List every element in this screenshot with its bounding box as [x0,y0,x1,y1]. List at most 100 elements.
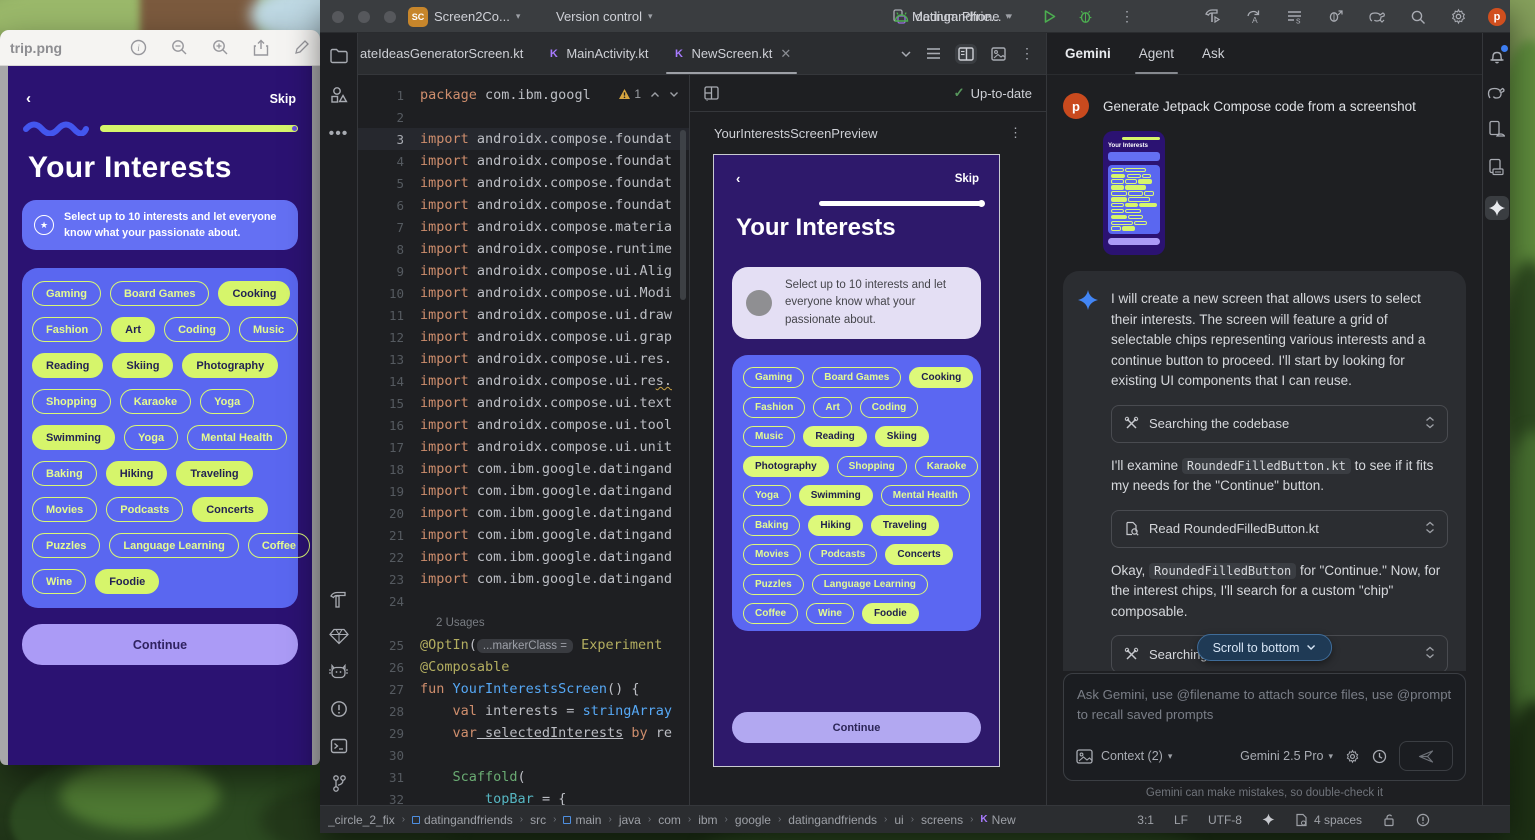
running-devices-icon[interactable] [1488,120,1505,138]
squiggle-decoration [22,120,90,136]
star-icon: ★ [34,215,54,235]
breadcrumb-item-java[interactable]: java [619,813,641,827]
warning-indicator[interactable]: 1 [618,87,641,101]
run-with-coverage-icon[interactable]: s [1286,8,1303,25]
breadcrumb-separator: › [520,814,523,825]
inspection-widget[interactable]: 1 [618,87,679,101]
terminal-icon[interactable] [330,737,348,755]
resource-manager-icon[interactable] [329,85,349,105]
attached-screenshot-thumbnail[interactable]: Your Interests [1103,131,1165,255]
breadcrumb-item-datingandfriends[interactable]: datingandfriends [412,813,513,827]
chip-row: SwimmingYogaMental Health [32,425,288,450]
gemini-tool-icon[interactable] [1485,196,1509,220]
project-tool-icon[interactable] [329,47,349,65]
code-editor[interactable]: 1package com.ibm.googl23import androidx.… [358,75,690,805]
line-ending[interactable]: LF [1174,813,1188,827]
zoom-window-icon[interactable] [384,11,396,23]
editor-scrollbar[interactable] [680,130,686,300]
breadcrumb-item-new[interactable]: KNew [980,813,1015,827]
svg-text:s: s [1296,16,1301,26]
settings-gear-icon[interactable] [1450,8,1467,25]
tab-agent[interactable]: Agent [1139,33,1174,74]
zoom-in-icon[interactable] [212,39,229,56]
breadcrumb-item-google[interactable]: google [735,813,771,827]
interest-chip-gaming: Gaming [32,281,101,306]
close-window-icon[interactable] [332,11,344,23]
hidden-tabs-chevron-icon[interactable] [900,50,912,58]
gradle-elephant-icon[interactable] [1487,85,1507,100]
tab-mainactivity[interactable]: K MainActivity.kt [535,33,660,74]
logcat-icon[interactable] [328,664,349,681]
apply-changes-icon[interactable]: A [1245,8,1262,25]
tab-options-kebab-icon[interactable]: ⋮ [1020,45,1034,62]
gemini-prompt-input[interactable]: Ask Gemini, use @filename to attach sour… [1063,673,1466,781]
tab-dateideasgeneratorscreen[interactable]: ateIdeasGeneratorScreen.kt [358,33,535,74]
gemini-status-sparkle-icon[interactable] [1262,813,1275,826]
preview-layout-icon[interactable] [704,86,720,101]
breadcrumb-item-main[interactable]: main [563,813,601,827]
breadcrumb-item-datingandfriends[interactable]: datingandfriends [788,813,877,827]
account-avatar[interactable]: p [1488,0,1506,33]
device-manager-icon[interactable] [1488,158,1505,176]
markup-icon[interactable] [293,39,310,56]
more-tool-windows-icon[interactable]: ••• [329,125,349,143]
breadcrumb-item-src[interactable]: src [530,813,546,827]
breadcrumb-item-screens[interactable]: screens [921,813,963,827]
run-config-selector[interactable]: datingandfrie... ▾ [752,0,1012,33]
build-tool-icon[interactable] [329,591,348,609]
history-clock-icon[interactable] [1372,749,1387,764]
expand-collapse-chevrons-icon[interactable] [1425,646,1435,662]
caret-position[interactable]: 3:1 [1137,813,1154,827]
search-everywhere-icon[interactable] [1410,9,1426,25]
prev-problem-chevron-icon[interactable] [650,91,660,98]
expand-collapse-chevrons-icon[interactable] [1425,416,1435,432]
debug-button[interactable] [1078,0,1093,33]
design-view-icon[interactable] [991,47,1006,61]
interest-chip-coffee: Coffee [743,603,798,624]
file-encoding[interactable]: UTF-8 [1208,813,1242,827]
model-dropdown[interactable]: Gemini 2.5 Pro ▾ [1240,749,1333,763]
indent-setting[interactable]: 4 spaces [1295,813,1362,827]
usages-inlay-hint[interactable]: 2 Usages [358,612,689,634]
notifications-bell-icon[interactable] [1488,47,1506,65]
breadcrumb-item-_circle_2_fix[interactable]: _circle_2_fix [328,813,395,827]
breadcrumb-item-com[interactable]: com [658,813,681,827]
attach-image-icon[interactable] [1076,749,1093,764]
gradle-sync-icon[interactable] [1368,9,1386,25]
preview-options-kebab-icon[interactable]: ⋮ [1009,125,1022,141]
tab-newscreen[interactable]: K NewScreen.kt ✕ [660,33,803,74]
next-problem-chevron-icon[interactable] [669,91,679,98]
zoom-out-icon[interactable] [171,39,188,56]
interest-chip-yoga: Yoga [743,485,791,506]
info-icon[interactable]: i [130,39,147,56]
app-quality-insights-icon[interactable] [329,628,349,645]
tool-call-card[interactable]: Searching the codebase [1111,405,1448,443]
send-button[interactable] [1399,741,1453,771]
error-indicator-icon[interactable] [1416,813,1430,827]
chip-row: PuzzlesLanguage Learning [743,574,970,595]
minimize-window-icon[interactable] [358,11,370,23]
expand-collapse-chevrons-icon[interactable] [1425,521,1435,537]
project-widget[interactable]: SC Screen2Co... ▾ [408,0,520,33]
share-icon[interactable] [253,39,269,57]
interest-chip-photography: Photography [743,456,829,477]
interest-chip-wine: Wine [32,569,86,594]
run-button[interactable] [1042,0,1057,33]
gemini-settings-gear-icon[interactable] [1345,749,1360,764]
breadcrumb-item-ibm[interactable]: ibm [698,813,717,827]
problems-icon[interactable] [330,700,348,718]
tab-ask[interactable]: Ask [1202,33,1225,74]
git-branch-icon[interactable] [331,774,347,793]
attach-debugger-icon[interactable] [1327,8,1344,25]
context-dropdown[interactable]: Context (2) ▾ [1101,749,1172,763]
split-view-icon[interactable] [955,44,977,64]
build-icon[interactable] [1204,8,1221,25]
tool-call-card[interactable]: Read RoundedFilledButton.kt [1111,510,1448,548]
lock-open-icon[interactable] [1382,813,1396,827]
more-run-options-icon[interactable]: ⋮ [1120,0,1134,33]
code-view-icon[interactable] [926,47,941,60]
breadcrumb-item-ui[interactable]: ui [894,813,903,827]
close-tab-icon[interactable]: ✕ [780,46,791,62]
window-controls[interactable] [332,0,396,33]
scroll-to-bottom-button[interactable]: Scroll to bottom [1197,634,1333,661]
